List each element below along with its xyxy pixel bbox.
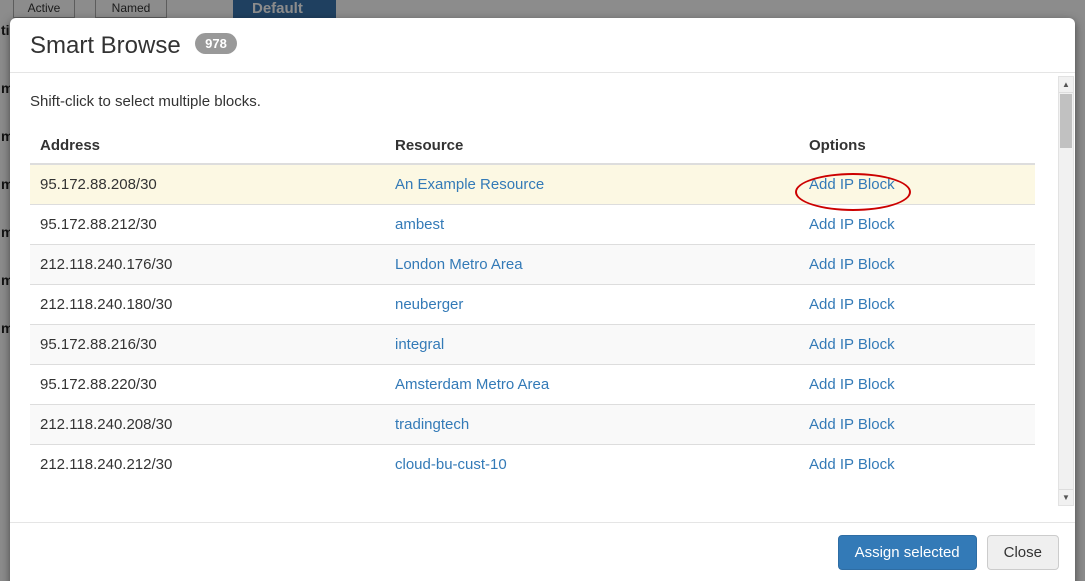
scrollbar[interactable]: ▲ ▼ [1058,76,1074,506]
scrollbar-down-icon[interactable]: ▼ [1059,489,1073,505]
add-ip-block-link[interactable]: Add IP Block [809,456,895,473]
resource-link[interactable]: tradingtech [395,416,469,433]
screen: Active Named Default ti m m m m m m Smar… [0,0,1085,581]
close-button[interactable]: Close [987,535,1059,570]
table-row[interactable]: 212.118.240.176/30 London Metro Area Add… [30,245,1035,285]
address-cell: 212.118.240.212/30 [30,445,385,485]
table-row[interactable]: 212.118.240.208/30 tradingtech Add IP Bl… [30,405,1035,445]
table-row[interactable]: 212.118.240.180/30 neuberger Add IP Bloc… [30,285,1035,325]
address-cell: 95.172.88.208/30 [30,164,385,205]
resource-link[interactable]: neuberger [395,296,463,313]
table-row[interactable]: 212.118.240.212/30 cloud-bu-cust-10 Add … [30,445,1035,485]
table-row[interactable]: 95.172.88.212/30 ambest Add IP Block [30,205,1035,245]
modal-footer: Assign selected Close [10,522,1075,581]
address-cell: 212.118.240.176/30 [30,245,385,285]
add-ip-block-link[interactable]: Add IP Block [809,256,895,273]
add-ip-block-link[interactable]: Add IP Block [809,216,895,233]
table-row[interactable]: 95.172.88.220/30 Amsterdam Metro Area Ad… [30,365,1035,405]
add-ip-block-link[interactable]: Add IP Block [809,376,895,393]
address-cell: 95.172.88.216/30 [30,325,385,365]
smart-browse-modal: Smart Browse 978 Shift-click to select m… [10,18,1075,581]
ip-block-table: Address Resource Options 95.172.88.208/3… [30,128,1035,484]
modal-title: Smart Browse [30,32,181,59]
address-cell: 95.172.88.220/30 [30,365,385,405]
address-cell: 212.118.240.180/30 [30,285,385,325]
add-ip-block-link[interactable]: Add IP Block [809,416,895,433]
address-cell: 212.118.240.208/30 [30,405,385,445]
col-header-address: Address [30,128,385,164]
count-badge: 978 [195,33,237,54]
table-header-row: Address Resource Options [30,128,1035,164]
add-ip-block-link[interactable]: Add IP Block [809,176,895,193]
resource-link[interactable]: An Example Resource [395,176,544,193]
add-ip-block-link[interactable]: Add IP Block [809,296,895,313]
modal-body: Shift-click to select multiple blocks. A… [10,73,1075,522]
assign-selected-button[interactable]: Assign selected [838,535,977,570]
col-header-options: Options [799,128,1035,164]
resource-link[interactable]: cloud-bu-cust-10 [395,456,507,473]
address-cell: 95.172.88.212/30 [30,205,385,245]
resource-link[interactable]: Amsterdam Metro Area [395,376,549,393]
table-row[interactable]: 95.172.88.208/30 An Example Resource Add… [30,164,1035,205]
hint-text: Shift-click to select multiple blocks. [30,93,1035,110]
add-ip-block-link[interactable]: Add IP Block [809,336,895,353]
modal-header: Smart Browse 978 [10,18,1075,73]
resource-link[interactable]: ambest [395,216,444,233]
table-row[interactable]: 95.172.88.216/30 integral Add IP Block [30,325,1035,365]
resource-link[interactable]: integral [395,336,444,353]
col-header-resource: Resource [385,128,799,164]
resource-link[interactable]: London Metro Area [395,256,523,273]
scrollbar-up-icon[interactable]: ▲ [1059,77,1073,93]
scrollbar-thumb[interactable] [1060,94,1072,148]
